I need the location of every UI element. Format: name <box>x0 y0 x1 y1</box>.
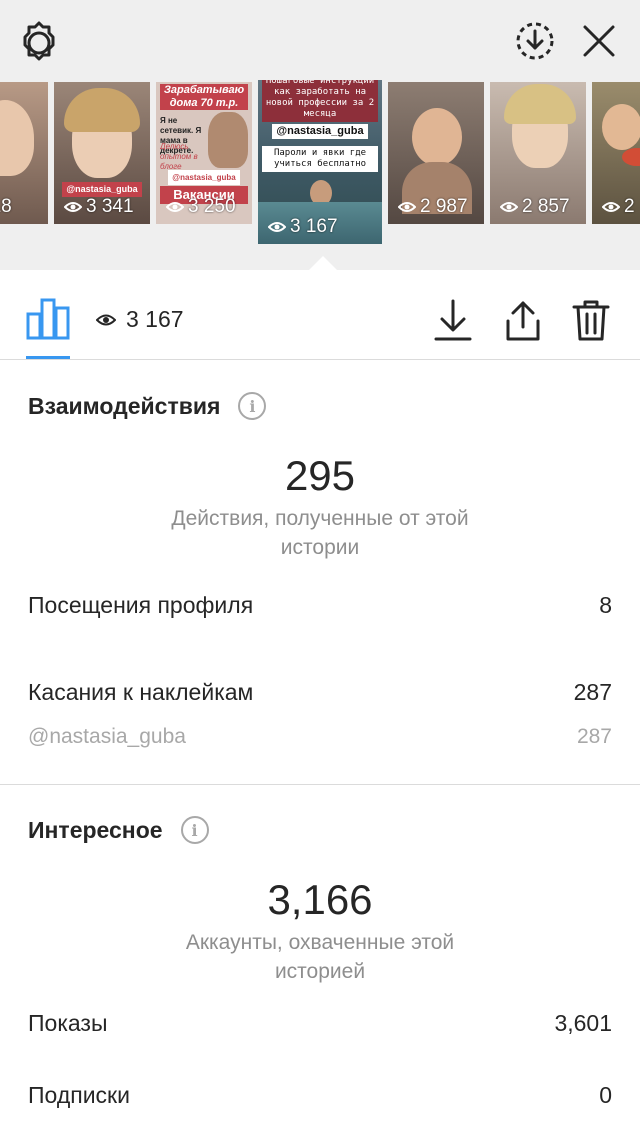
story-views: 3 167 <box>268 216 338 238</box>
section-divider <box>0 784 640 785</box>
story-headline: Зарабатываю дома 70 т.р. <box>160 84 248 110</box>
story-header: Пошаговые инструкции как заработать на н… <box>262 80 378 122</box>
story-handle: @nastasia_guba <box>62 182 142 197</box>
interactions-total: 295 <box>284 452 356 499</box>
active-tab-indicator <box>26 356 70 359</box>
eye-icon <box>64 202 82 212</box>
views-summary: 3 167 <box>96 306 184 333</box>
story-thumbnail[interactable]: 2 987 <box>388 82 484 224</box>
download-circle-icon <box>516 22 554 60</box>
sticker-handle-value: 287 <box>576 725 612 748</box>
story-views: 2 987 <box>398 196 468 218</box>
stories-strip[interactable]: ia_guba 418 @nastasia_guba 3 341 Зарабат… <box>0 80 640 250</box>
story-views: 2 857 <box>500 196 570 218</box>
eye-icon <box>500 202 518 212</box>
insights-toolbar: 3 167 <box>0 270 640 360</box>
settings-icon <box>23 21 55 61</box>
info-icon[interactable]: i <box>180 816 209 844</box>
settings-button[interactable] <box>16 18 62 64</box>
discovery-section-title: Интересное i <box>28 816 209 844</box>
interactions-caption: Действия, полученные от этой истории <box>171 507 469 559</box>
share-icon <box>506 301 540 341</box>
impressions-value: 3,601 <box>554 1010 612 1036</box>
story-thumbnail[interactable]: ia_guba 418 <box>0 82 48 224</box>
close-icon <box>583 25 615 57</box>
eye-icon <box>602 202 620 212</box>
download-icon <box>434 299 472 341</box>
bar-chart-icon <box>26 298 70 340</box>
story-views: 3 250 <box>166 196 236 218</box>
top-bar <box>0 0 640 80</box>
story-handle: @nastasia_guba <box>272 124 368 139</box>
close-button[interactable] <box>576 18 622 64</box>
views-count: 3 167 <box>126 306 184 332</box>
impressions-label: Показы <box>28 1010 108 1036</box>
trash-icon <box>572 300 610 341</box>
selection-pointer <box>309 256 337 270</box>
eye-icon <box>96 314 116 325</box>
delete-button[interactable] <box>570 298 612 342</box>
story-thumbnail[interactable]: Зарабатываю дома 70 т.р. Я не сетевик. Я… <box>156 82 252 224</box>
story-handle: @nastasia_guba <box>168 170 240 185</box>
eye-icon <box>398 202 416 212</box>
profile-visits-value: 8 <box>599 592 612 618</box>
story-footer: Пароли и явки где учиться бесплатно <box>262 146 378 172</box>
follows-label: Подписки <box>28 1082 130 1108</box>
sticker-handle-label: @nastasia_guba <box>28 725 186 748</box>
profile-visits-label: Посещения профиля <box>28 592 254 618</box>
story-views: 418 <box>0 196 12 217</box>
story-subline: Делюсь опытом в блоге <box>160 142 198 171</box>
story-viewer-header: ia_guba 418 @nastasia_guba 3 341 Зарабат… <box>0 0 640 270</box>
story-thumbnail[interactable]: @nastasia_guba 3 341 <box>54 82 150 224</box>
interactions-section-title: Взаимодействия i <box>28 392 267 420</box>
tab-insights[interactable] <box>26 298 70 340</box>
story-views: 2 <box>602 196 635 218</box>
story-thumbnail[interactable]: 2 <box>592 82 640 224</box>
eye-icon <box>268 222 286 232</box>
eye-icon <box>166 202 184 212</box>
sticker-taps-label: Касания к наклейкам <box>28 679 254 705</box>
share-button[interactable] <box>502 298 544 342</box>
follows-value: 0 <box>599 1082 612 1108</box>
reach-total: 3,166 <box>267 876 373 923</box>
story-thumbnail[interactable]: 2 857 <box>490 82 586 224</box>
info-icon[interactable]: i <box>238 392 267 420</box>
save-story-button[interactable] <box>512 18 558 64</box>
story-thumbnail-selected[interactable]: Пошаговые инструкции как заработать на н… <box>258 80 382 244</box>
download-button[interactable] <box>432 298 474 342</box>
reach-caption: Аккаунты, охваченные этой историей <box>185 931 455 983</box>
sticker-taps-value: 287 <box>573 679 612 705</box>
story-views: 3 341 <box>64 196 134 218</box>
insights-panel: 3 167 Взаимодействия i 295 Действия, пол… <box>0 270 640 1136</box>
